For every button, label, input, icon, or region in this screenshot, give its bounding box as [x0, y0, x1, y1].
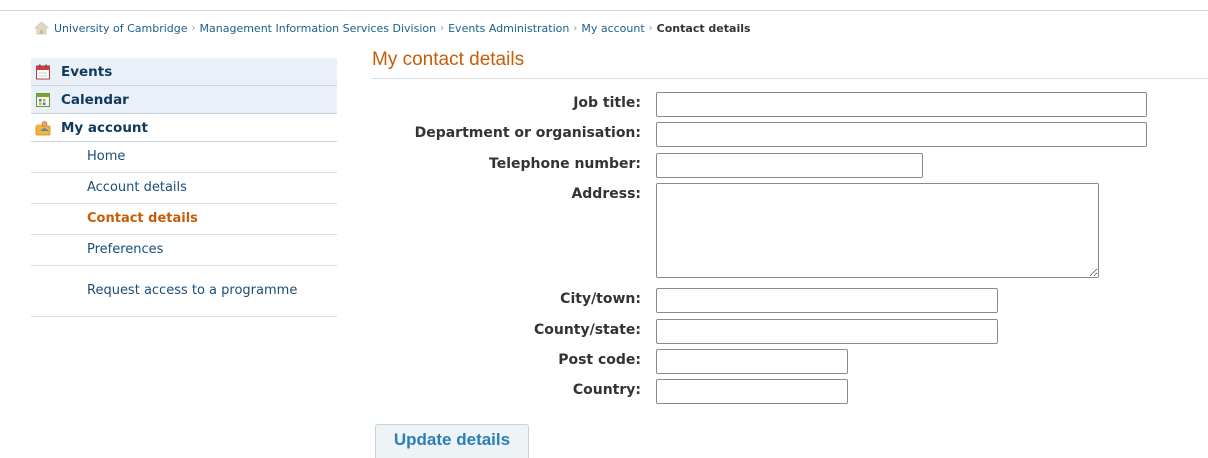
county-input[interactable] — [656, 319, 998, 344]
page-title: My contact details — [372, 49, 525, 70]
address-label: Address: — [571, 186, 641, 202]
breadcrumb-current: Contact details — [656, 21, 751, 35]
department-row: Department or organisation: — [372, 122, 1147, 148]
sidebar-item-label: Calendar — [61, 91, 129, 108]
sidebar-item-label: Preferences — [87, 242, 164, 257]
address-row: Address: — [372, 183, 1099, 279]
country-input[interactable] — [656, 379, 848, 404]
county-row: County/state: — [372, 319, 998, 345]
job-title-input[interactable] — [656, 92, 1147, 117]
city-label: City/town: — [560, 291, 641, 307]
breadcrumb-separator: › — [440, 22, 445, 34]
calendar-page-icon — [36, 64, 50, 79]
department-label: Department or organisation: — [414, 125, 641, 141]
sidebar-item-label: Account details — [87, 180, 187, 195]
address-textarea[interactable] — [656, 183, 1099, 278]
sidebar-item-label: My account — [61, 119, 148, 136]
sidebar-item-label: Home — [87, 149, 126, 164]
breadcrumb-separator: › — [648, 22, 653, 34]
sidebar-item-label: Request access to a programme — [87, 283, 298, 298]
title-divider — [372, 78, 1208, 79]
sidebar-item-events[interactable]: Events — [31, 58, 337, 86]
sidebar-item-request-access[interactable]: Request access to a programme — [31, 266, 337, 317]
department-input[interactable] — [656, 122, 1147, 147]
country-label: Country: — [572, 382, 641, 398]
sidebar-item-label: Events — [61, 63, 113, 80]
telephone-label: Telephone number: — [489, 156, 641, 172]
house-icon[interactable] — [34, 21, 49, 35]
postcode-row: Post code: — [372, 349, 848, 375]
sidebar-item-label: Contact details — [87, 211, 198, 226]
job-title-row: Job title: — [372, 92, 1147, 118]
postcode-input[interactable] — [656, 349, 848, 374]
breadcrumb-separator: › — [191, 22, 196, 34]
breadcrumb-my-account[interactable]: My account — [581, 22, 644, 35]
postcode-label: Post code: — [558, 352, 641, 368]
city-input[interactable] — [656, 288, 998, 313]
breadcrumb-events-admin[interactable]: Events Administration — [448, 22, 569, 35]
county-label: County/state: — [533, 322, 641, 338]
top-divider — [0, 10, 1208, 11]
city-row: City/town: — [372, 288, 998, 314]
telephone-input[interactable] — [656, 153, 923, 178]
sidebar-item-my-account[interactable]: My account — [31, 114, 337, 142]
breadcrumb: University of Cambridge › Management Inf… — [34, 18, 751, 38]
update-details-button[interactable]: Update details — [375, 424, 529, 458]
country-row: Country: — [372, 379, 848, 405]
sidebar-item-account-details[interactable]: Account details — [31, 173, 337, 204]
sidebar-item-calendar[interactable]: Calendar — [31, 86, 337, 114]
calendar-grid-icon — [36, 92, 50, 107]
user-folder-icon — [35, 120, 51, 135]
breadcrumb-misd[interactable]: Management Information Services Division — [200, 22, 437, 35]
job-title-label: Job title: — [573, 95, 641, 111]
sidebar-item-home[interactable]: Home — [31, 142, 337, 173]
sidebar-item-preferences[interactable]: Preferences — [31, 235, 337, 266]
telephone-row: Telephone number: — [372, 153, 923, 179]
sidebar-item-contact-details[interactable]: Contact details — [31, 204, 337, 235]
sidebar: Events Calendar My account Home Account … — [31, 58, 337, 317]
breadcrumb-separator: › — [573, 22, 578, 34]
breadcrumb-university[interactable]: University of Cambridge — [54, 22, 188, 35]
